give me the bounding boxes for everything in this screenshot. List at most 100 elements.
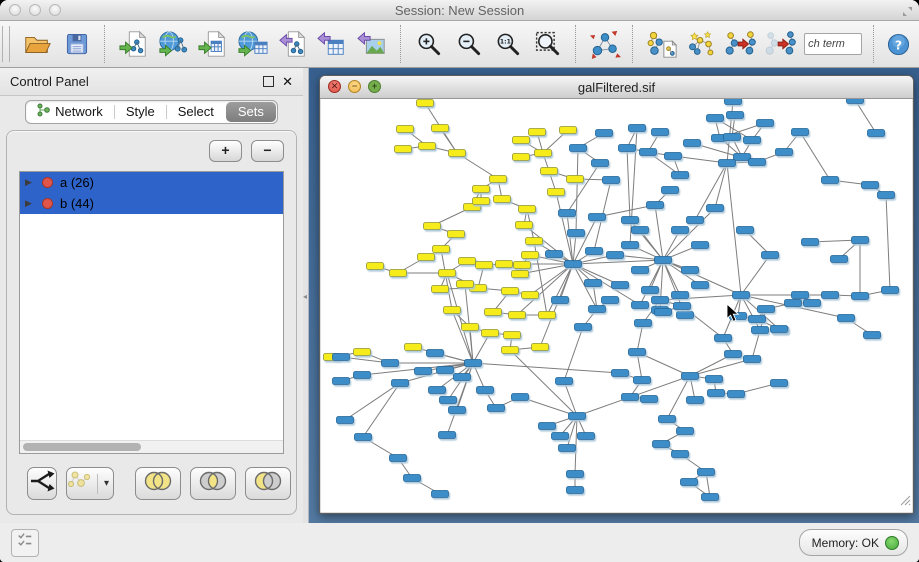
graph-node: [585, 280, 602, 287]
hide-selected-button[interactable]: [725, 26, 758, 62]
graph-node: [734, 154, 751, 161]
select-first-neighbors-icon: [685, 28, 717, 60]
task-history-button[interactable]: [11, 529, 39, 557]
import-network-web-button[interactable]: [157, 26, 190, 62]
control-panel: Control Panel ✕ Network Style Select Set…: [0, 68, 303, 523]
toolbar-drag-handle[interactable]: [2, 26, 10, 62]
frame-close-button[interactable]: ✕: [328, 80, 341, 93]
dropdown-caret-icon[interactable]: ▾: [100, 478, 113, 489]
graph-node: [509, 312, 526, 319]
minimize-window-button[interactable]: [29, 4, 41, 16]
sets-list[interactable]: ▶ a (26) ▶ b (44): [19, 171, 284, 454]
save-session-button[interactable]: [61, 26, 94, 62]
graph-node: [831, 256, 848, 263]
graph-node: [771, 380, 788, 387]
close-window-button[interactable]: [9, 4, 21, 16]
network-graph[interactable]: [321, 99, 912, 512]
graph-node: [569, 413, 586, 420]
list-item-set-a[interactable]: ▶ a (26): [20, 172, 283, 193]
horizontal-scrollbar[interactable]: [20, 440, 283, 453]
graph-node: [653, 441, 670, 448]
show-all-button[interactable]: [764, 26, 797, 62]
graph-node: [476, 262, 493, 269]
network-desktop: ✕ − + galFiltered.sif: [309, 68, 919, 523]
graph-node: [622, 217, 639, 224]
graph-node: [878, 192, 895, 199]
fullscreen-icon[interactable]: [902, 4, 913, 22]
scrollbar-thumb[interactable]: [23, 443, 141, 451]
new-network-from-selection-icon: [646, 28, 678, 60]
new-network-from-selection-button[interactable]: [645, 26, 678, 62]
close-panel-icon[interactable]: ✕: [282, 75, 293, 88]
resize-grip-icon[interactable]: [898, 493, 911, 511]
import-network-file-button[interactable]: [117, 26, 150, 62]
remove-set-button[interactable]: −: [251, 140, 284, 162]
export-image-button[interactable]: [356, 26, 389, 62]
import-table-file-button[interactable]: [197, 26, 230, 62]
frame-minimize-button[interactable]: −: [348, 80, 361, 93]
split-set-button[interactable]: [27, 467, 57, 500]
search-input[interactable]: [804, 33, 862, 55]
graph-node: [355, 434, 372, 441]
graph-node: [672, 172, 689, 179]
graph-node: [749, 159, 766, 166]
graph-node: [672, 292, 689, 299]
graph-node: [415, 368, 432, 375]
graph-node: [459, 258, 476, 265]
create-set-from-network-button[interactable]: ▾: [66, 467, 114, 500]
graph-node: [418, 254, 435, 261]
frame-zoom-button[interactable]: +: [368, 80, 381, 93]
graph-node: [672, 227, 689, 234]
graph-node: [567, 487, 584, 494]
memory-status-button[interactable]: Memory: OK: [799, 529, 908, 556]
graph-node: [776, 149, 793, 156]
app-window: Session: New Session 1:1 ?: [0, 0, 919, 562]
export-network-button[interactable]: [276, 26, 309, 62]
graph-node: [659, 416, 676, 423]
zoom-actual-size-button[interactable]: 1:1: [492, 26, 525, 62]
fork-icon: [28, 469, 56, 498]
graph-node: [864, 332, 881, 339]
disclosure-triangle-icon[interactable]: ▶: [25, 198, 35, 209]
apply-layout-button[interactable]: [588, 26, 621, 62]
graph-node: [681, 479, 698, 486]
zoom-in-button[interactable]: [412, 26, 445, 62]
tab-sets[interactable]: Sets: [226, 102, 276, 122]
open-session-button[interactable]: [21, 26, 54, 62]
graph-node: [519, 206, 536, 213]
import-network-web-icon: [157, 29, 189, 59]
window-titlebar[interactable]: Session: New Session: [0, 0, 919, 21]
zoom-window-button[interactable]: [49, 4, 61, 16]
graph-node: [504, 332, 521, 339]
graph-node: [868, 130, 885, 137]
export-image-icon: [357, 29, 387, 59]
graph-node: [632, 302, 649, 309]
float-panel-icon[interactable]: [263, 76, 274, 87]
tab-select[interactable]: Select: [167, 101, 225, 123]
tab-style[interactable]: Style: [115, 101, 166, 123]
zoom-out-button[interactable]: [452, 26, 485, 62]
export-table-button[interactable]: [316, 26, 349, 62]
network-canvas[interactable]: [321, 99, 912, 512]
collapse-splitter-icon[interactable]: ◂: [303, 292, 307, 301]
graph-node: [567, 176, 584, 183]
union-sets-button[interactable]: [135, 467, 181, 500]
zoom-fit-icon: [534, 30, 562, 58]
tab-network[interactable]: Network: [26, 101, 114, 123]
difference-sets-button[interactable]: [245, 467, 291, 500]
import-table-web-button[interactable]: [237, 26, 270, 62]
graph-node: [677, 312, 694, 319]
graph-node: [473, 186, 490, 193]
graph-node: [655, 257, 672, 264]
zoom-fit-button[interactable]: [532, 26, 565, 62]
add-set-button[interactable]: +: [209, 140, 242, 162]
list-item-set-b[interactable]: ▶ b (44): [20, 193, 283, 214]
select-first-neighbors-button[interactable]: [685, 26, 718, 62]
graph-node: [592, 160, 609, 167]
intersect-sets-button[interactable]: [190, 467, 236, 500]
help-button[interactable]: ?: [886, 26, 911, 62]
network-window-titlebar[interactable]: ✕ − + galFiltered.sif: [320, 76, 913, 99]
graph-node: [567, 471, 584, 478]
network-window[interactable]: ✕ − + galFiltered.sif: [319, 75, 914, 514]
disclosure-triangle-icon[interactable]: ▶: [25, 177, 35, 188]
